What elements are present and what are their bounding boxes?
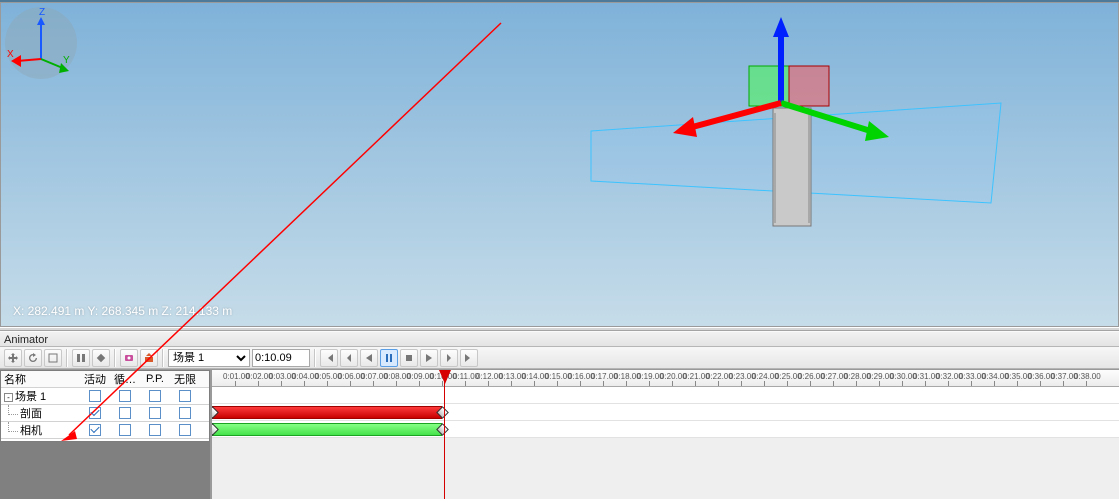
play-reverse-button[interactable]	[360, 349, 378, 367]
checkbox-loop[interactable]	[110, 390, 140, 402]
svg-text:Z: Z	[39, 7, 45, 18]
axis-gizmo[interactable]: Z Y X	[1, 3, 81, 83]
tree-panel[interactable]: 名称 活动 循… P.P. 无限 -场景 1剖面相机	[0, 370, 212, 499]
col-header-name: 名称	[4, 371, 80, 387]
step-back-button[interactable]	[340, 349, 358, 367]
checkbox-loop[interactable]	[110, 407, 140, 419]
clip-bar[interactable]	[212, 423, 442, 436]
goto-end-button[interactable]	[460, 349, 478, 367]
svg-text:X: X	[7, 49, 14, 60]
checkbox-active[interactable]	[80, 390, 110, 402]
tree-row[interactable]: 剖面	[1, 405, 209, 422]
tree-row-label: 相机	[4, 422, 80, 438]
track-row[interactable]	[212, 404, 1119, 421]
checkbox-active[interactable]	[80, 424, 110, 436]
panel-title: Animator	[0, 331, 1119, 347]
separator	[66, 349, 68, 367]
checkbox-infinite[interactable]	[170, 390, 200, 402]
key-button[interactable]	[92, 349, 110, 367]
col-header-pp: P.P.	[140, 373, 170, 385]
col-header-infinite: 无限	[170, 371, 200, 387]
track-row[interactable]	[212, 387, 1119, 404]
play-button[interactable]	[420, 349, 438, 367]
checkbox-pp[interactable]	[140, 407, 170, 419]
ruler-label: 0:38.00	[1074, 372, 1101, 381]
playhead[interactable]	[444, 370, 445, 499]
checkbox-infinite[interactable]	[170, 407, 200, 419]
snap-button[interactable]	[72, 349, 90, 367]
checkbox-infinite[interactable]	[170, 424, 200, 436]
time-input[interactable]	[252, 349, 310, 367]
tree-row-label: -场景 1	[4, 388, 80, 404]
coordinate-readout: X: 282.491 m Y: 268.345 m Z: 214.133 m	[13, 304, 232, 318]
animator-toolbar: 场景 1	[0, 347, 1119, 369]
checkbox-pp[interactable]	[140, 424, 170, 436]
time-ruler[interactable]: 0:01.000:02.000:03.000:04.000:05.000:06.…	[212, 370, 1119, 387]
goto-start-button[interactable]	[320, 349, 338, 367]
pause-button[interactable]	[380, 349, 398, 367]
separator	[162, 349, 164, 367]
tree-header: 名称 活动 循… P.P. 无限	[1, 371, 209, 388]
stop-button[interactable]	[400, 349, 418, 367]
svg-text:Y: Y	[63, 55, 70, 66]
scene-select[interactable]: 场景 1	[168, 349, 250, 367]
capture-button[interactable]	[120, 349, 138, 367]
separator	[314, 349, 316, 367]
separator	[114, 349, 116, 367]
checkbox-loop[interactable]	[110, 424, 140, 436]
viewport-scene	[1, 3, 1119, 328]
rotate-button[interactable]	[24, 349, 42, 367]
tree-row[interactable]: -场景 1	[1, 388, 209, 405]
step-forward-button[interactable]	[440, 349, 458, 367]
col-header-loop: 循…	[110, 371, 140, 387]
col-header-active: 活动	[80, 371, 110, 387]
scale-button[interactable]	[44, 349, 62, 367]
viewport-3d[interactable]: Z Y X X: 282.491 m Y: 268.345 m Z: 214.1…	[0, 2, 1119, 327]
tree-row[interactable]: 相机	[1, 422, 209, 439]
tracks-panel[interactable]: 0:01.000:02.000:03.000:04.000:05.000:06.…	[212, 370, 1119, 499]
track-row[interactable]	[212, 421, 1119, 438]
clip-bar[interactable]	[212, 406, 442, 419]
timeline-area: 名称 活动 循… P.P. 无限 -场景 1剖面相机 0:01.000:02.0…	[0, 369, 1119, 499]
tree-row-label: 剖面	[4, 405, 80, 421]
checkbox-pp[interactable]	[140, 390, 170, 402]
checkbox-active[interactable]	[80, 407, 110, 419]
export-button[interactable]	[140, 349, 158, 367]
translate-button[interactable]	[4, 349, 22, 367]
